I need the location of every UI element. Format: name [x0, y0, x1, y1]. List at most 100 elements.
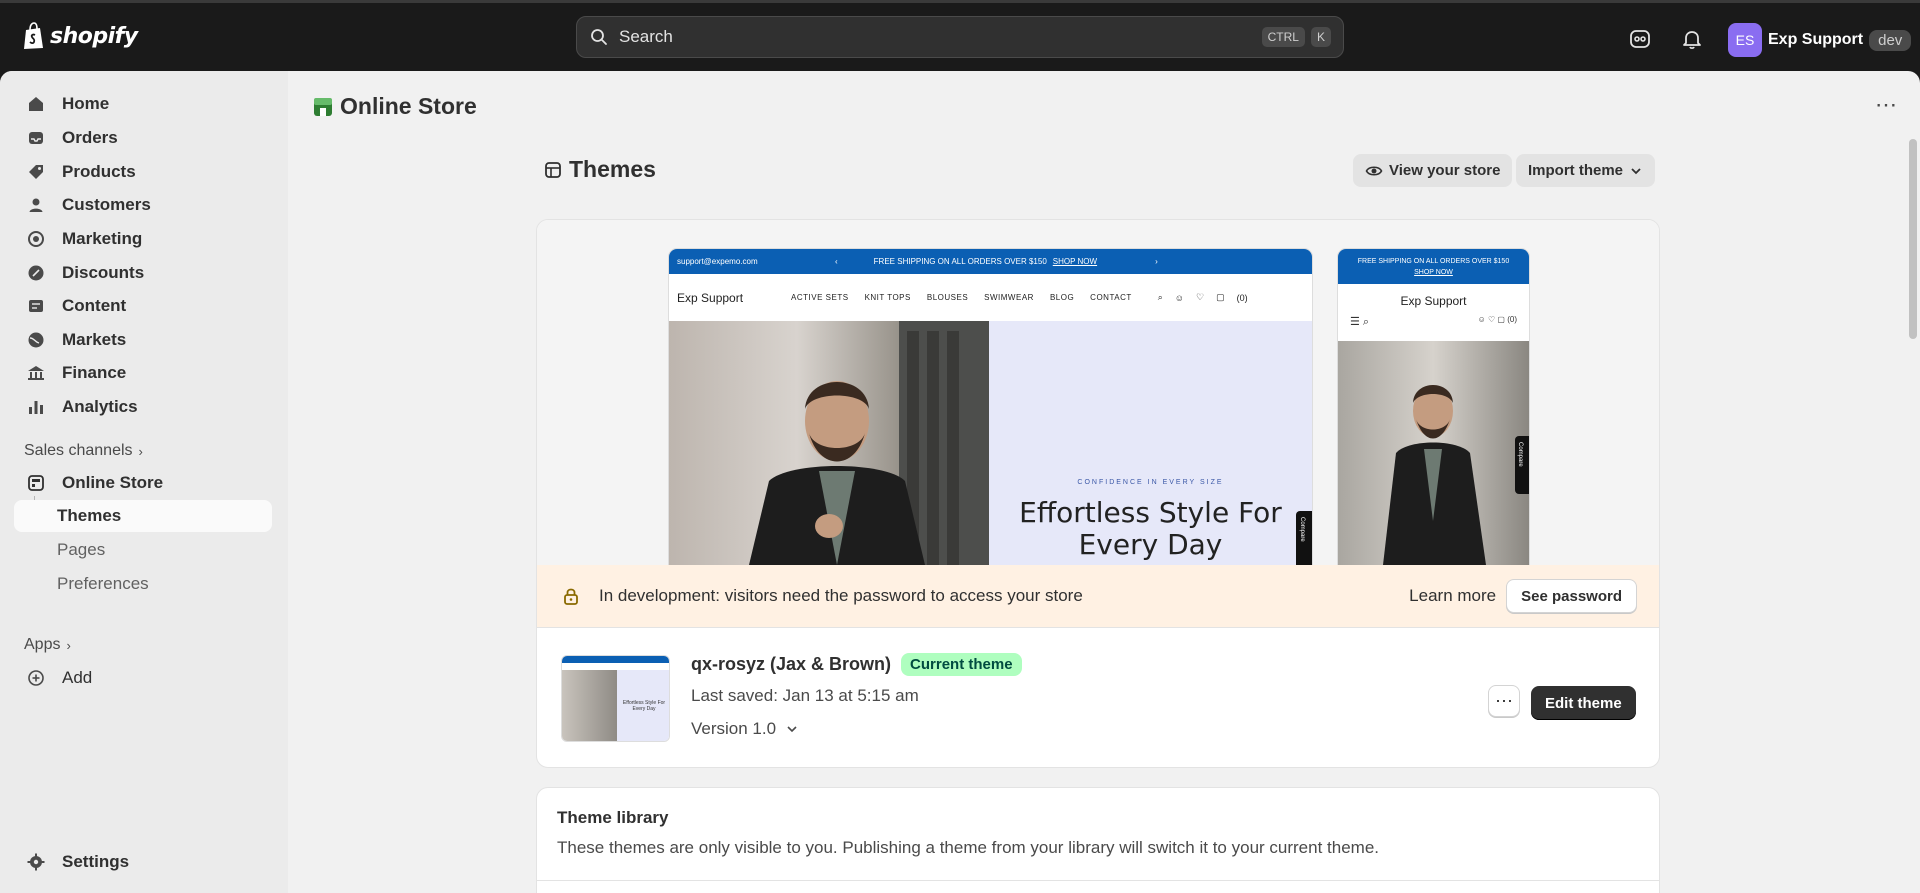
sidebar-item-orders[interactable]: Orders: [14, 122, 272, 154]
brand-name: shopify: [50, 23, 138, 49]
apps-header[interactable]: Apps ›: [24, 636, 71, 654]
search-bar[interactable]: Search CTRL K: [576, 16, 1344, 58]
sidebar-item-label: Analytics: [62, 397, 138, 416]
last-saved-text: Last saved: Jan 13 at 5:15 am: [691, 686, 919, 705]
sidebar-item-preferences[interactable]: Preferences: [14, 568, 272, 600]
library-title: Theme library: [557, 808, 669, 827]
thumb-photo: [562, 670, 617, 741]
gear-icon: [27, 853, 45, 871]
theme-name-text: qx-rosyz (Jax & Brown): [691, 654, 892, 674]
mobile-announcement-bar: FREE SHIPPING ON ALL ORDERS OVER $150 SH…: [1338, 249, 1529, 284]
compare-tab-label: Compare: [1299, 517, 1305, 542]
sidebar-item-markets[interactable]: Markets: [14, 324, 272, 356]
sidebar-item-label: Home: [62, 94, 110, 113]
sidebar-item-finance[interactable]: Finance: [14, 357, 272, 389]
version-dropdown[interactable]: Version 1.0: [691, 719, 798, 739]
bell-icon[interactable]: [1681, 28, 1703, 50]
see-password-button[interactable]: See password: [1506, 579, 1637, 613]
sidebar-item-marketing[interactable]: Marketing: [14, 223, 272, 255]
edit-theme-label: Edit theme: [1545, 694, 1622, 712]
avatar: ES: [1728, 23, 1762, 57]
man-photo: [749, 321, 989, 565]
theme-thumbnail[interactable]: Effortless Style For Every Day: [561, 655, 670, 742]
scrollbar[interactable]: [1904, 71, 1920, 893]
user-name: Exp Support: [1768, 31, 1864, 48]
scrollbar-thumb[interactable]: [1909, 139, 1917, 339]
theme-name: qx-rosyz (Jax & Brown) Current theme: [691, 653, 1022, 676]
more-horizontal-icon: ⋯: [1495, 691, 1513, 711]
learn-more-link[interactable]: Learn more: [1409, 586, 1496, 606]
inbox-icon: [29, 132, 43, 144]
sidebar-item-analytics[interactable]: Analytics: [14, 391, 272, 423]
sidebar-item-discounts[interactable]: Discounts: [14, 257, 272, 289]
sidebar-item-online-store[interactable]: Online Store: [14, 467, 272, 499]
chevron-right-icon: ›: [66, 637, 71, 653]
sidebar-item-products[interactable]: Products: [14, 156, 272, 188]
version-label: Version 1.0: [691, 719, 777, 738]
man-photo-mobile: [1383, 385, 1486, 565]
preview-menu: ACTIVE SETS KNIT TOPS BLOUSES SWIMWEAR B…: [791, 293, 1132, 302]
sidebar: Home Orders Products Customers Marketing…: [0, 71, 288, 893]
thumb-bar: [562, 656, 669, 663]
sidebar-item-label: Online Store: [62, 473, 164, 492]
page-title: Online Store: [312, 93, 477, 120]
shopify-logo[interactable]: shopify: [22, 22, 138, 50]
preview-header-icons: ⌕ ☺ ♡ ▢ (0): [1158, 292, 1248, 303]
user-menu[interactable]: ES Exp Support dev: [1728, 23, 1912, 57]
preview-menu-item: BLOG: [1049, 293, 1075, 302]
main-content: Online Store ⋯ Themes View your store Im…: [288, 71, 1920, 893]
sidebar-item-settings[interactable]: Settings: [14, 846, 272, 878]
sales-channels-header[interactable]: Sales channels ›: [24, 442, 143, 460]
view-store-button[interactable]: View your store: [1353, 154, 1513, 187]
bag-icon: ▢: [1216, 292, 1225, 302]
alert-text: In development: visitors need the passwo…: [599, 586, 1083, 605]
shopify-bag-icon: [24, 22, 43, 49]
store-switcher-icon[interactable]: [1629, 28, 1651, 50]
hamburger-icon: ☰ ⌕: [1350, 316, 1370, 328]
person-icon: ☺ ♡ ▢: [1477, 315, 1508, 324]
mobile-preview: FREE SHIPPING ON ALL ORDERS OVER $150 SH…: [1338, 249, 1529, 565]
globe-icon: [28, 332, 44, 348]
sidebar-item-label: Products: [62, 162, 136, 181]
chevron-down-icon: [787, 726, 797, 733]
preview-shop-now: SHOP NOW: [1052, 257, 1098, 266]
edit-theme-button[interactable]: Edit theme: [1531, 686, 1636, 720]
preview-store-name: Exp Support: [677, 290, 744, 305]
compare-tab: Compare: [1296, 511, 1312, 565]
sidebar-item-label: Discounts: [62, 263, 145, 282]
sidebar-item-label: Preferences: [57, 574, 149, 593]
online-store-icon: [28, 475, 44, 491]
home-icon: [29, 97, 43, 111]
status-badge: Current theme: [901, 653, 1022, 676]
sidebar-item-home[interactable]: Home: [14, 88, 272, 120]
library-description: These themes are only visible to you. Pu…: [557, 838, 1380, 857]
env-badge: dev: [1869, 29, 1912, 51]
content-icon: [29, 300, 43, 312]
app-frame: Home Orders Products Customers Marketing…: [0, 71, 1920, 893]
chevron-right-icon: ›: [1155, 257, 1158, 266]
top-bar: shopify Search CTRL K ES Exp Support dev: [0, 0, 1920, 71]
page-title-text: Online Store: [340, 93, 477, 119]
password-alert: In development: visitors need the passwo…: [537, 565, 1659, 627]
sidebar-item-customers[interactable]: Customers: [14, 189, 272, 221]
sidebar-item-add[interactable]: Add: [14, 662, 272, 694]
sidebar-item-themes[interactable]: Themes: [14, 500, 272, 532]
page-more-actions-button[interactable]: ⋯: [1872, 91, 1900, 119]
sidebar-item-pages[interactable]: Pages: [14, 534, 272, 566]
sidebar-item-content[interactable]: Content: [14, 290, 272, 322]
view-store-label: View your store: [1389, 162, 1501, 179]
import-theme-button[interactable]: Import theme: [1516, 154, 1656, 187]
theme-preview[interactable]: support@expemo.com ‹ FREE SHIPPING ON AL…: [537, 220, 1659, 565]
sidebar-item-label: Themes: [57, 506, 122, 525]
target-icon: [28, 231, 44, 247]
shortcut-k: K: [1310, 27, 1331, 47]
sidebar-item-label: Settings: [62, 852, 130, 871]
theme-actions-button[interactable]: ⋯: [1488, 685, 1520, 717]
section-title-text: Themes: [569, 156, 656, 182]
hero-copy: CONFIDENCE IN EVERY SIZE Effortless Styl…: [989, 321, 1312, 565]
lock-icon: [564, 588, 578, 605]
mobile-compare-tab-label: Compare: [1517, 442, 1523, 467]
preview-hero: CONFIDENCE IN EVERY SIZE Effortless Styl…: [669, 321, 1312, 565]
sidebar-item-label: Pages: [57, 540, 106, 559]
thumb-copy: Effortless Style For Every Day: [617, 670, 669, 741]
